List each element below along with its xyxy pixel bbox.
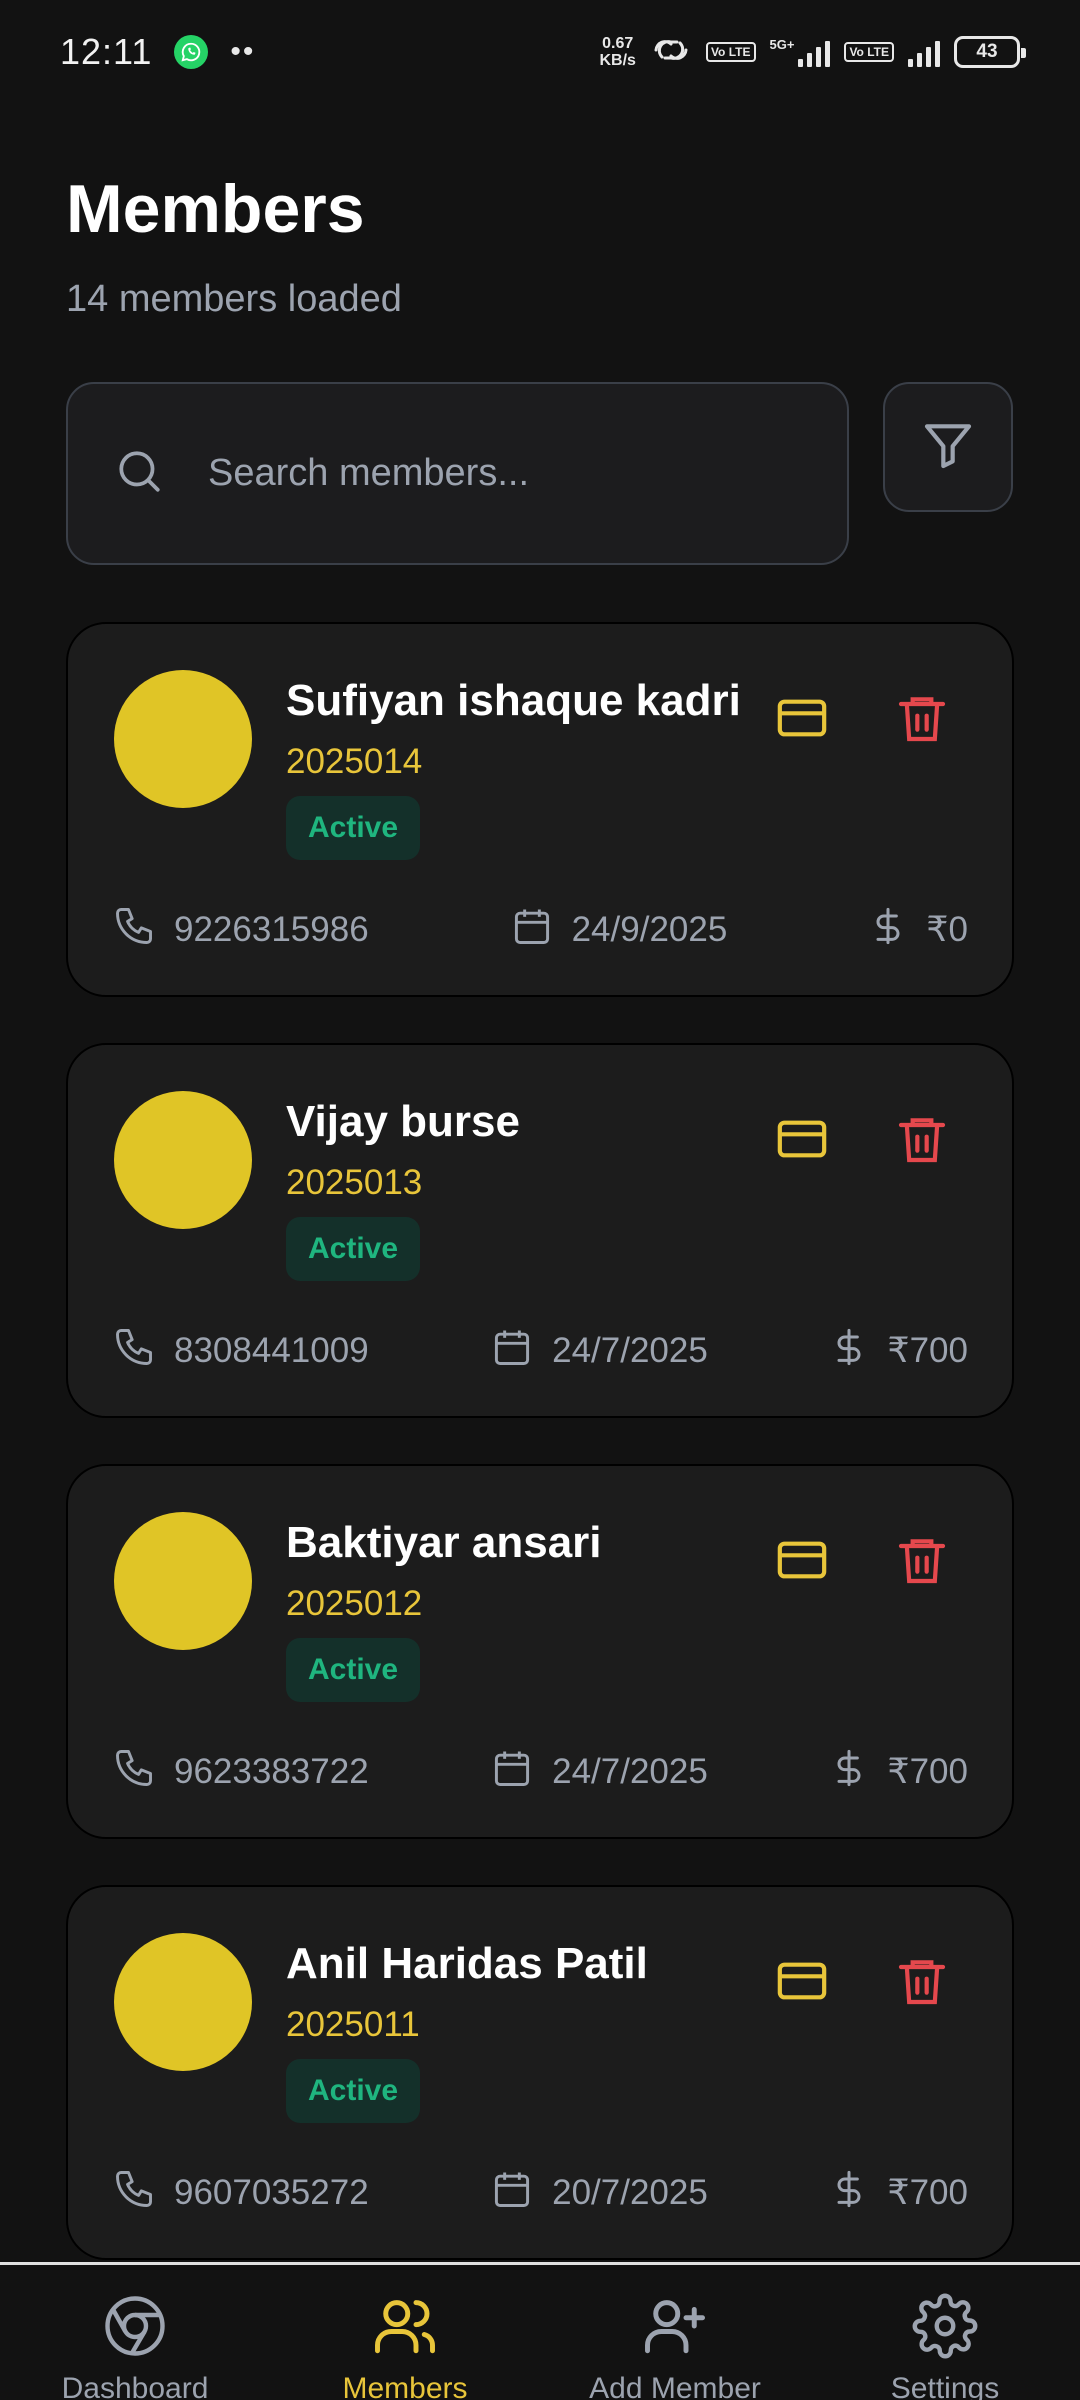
member-phone: 9607035272 bbox=[174, 2173, 369, 2212]
users-icon bbox=[372, 2293, 438, 2364]
dollar-icon bbox=[829, 1325, 869, 1378]
member-amount: ₹700 bbox=[887, 1331, 968, 1370]
member-info-row: 8308441009 24/7/2025 ₹700 bbox=[112, 1323, 968, 1379]
nav-item-dashboard[interactable]: Dashboard bbox=[0, 2265, 270, 2400]
member-phone: 8308441009 bbox=[174, 1331, 369, 1370]
nav-label: Members bbox=[342, 2372, 468, 2400]
dollar-icon bbox=[829, 2167, 869, 2220]
hotspot-icon bbox=[650, 35, 692, 70]
member-card[interactable]: Anil Haridas Patil 2025011 Active 960703… bbox=[66, 1885, 1014, 2260]
chrome-icon bbox=[102, 2293, 168, 2364]
delete-button[interactable] bbox=[888, 1949, 956, 2017]
member-name: Sufiyan ishaque kadri bbox=[286, 676, 741, 725]
member-info-row: 9623383722 24/7/2025 ₹700 bbox=[112, 1744, 968, 1800]
calendar-icon bbox=[490, 1746, 534, 1799]
member-info-row: 9226315986 24/9/2025 ₹0 bbox=[112, 902, 968, 958]
status-badge: Active bbox=[286, 1638, 421, 1702]
status-bar: 12:11 •• 0.67 KB/s Vo LTE 5G+ Vo LTE 43 bbox=[0, 0, 1080, 104]
bottom-nav: Dashboard Members Add Member Settings bbox=[0, 2262, 1080, 2400]
status-badge: Active bbox=[286, 2059, 421, 2123]
filter-icon bbox=[920, 417, 976, 478]
notification-dots: •• bbox=[230, 35, 256, 68]
status-badge: Active bbox=[286, 796, 421, 860]
avatar bbox=[114, 670, 252, 808]
member-phone: 9623383722 bbox=[174, 1752, 369, 1791]
signal-icon: 5G+ bbox=[770, 37, 831, 67]
phone-icon bbox=[112, 1746, 156, 1799]
member-card[interactable]: Vijay burse 2025013 Active 8308441009 24… bbox=[66, 1043, 1014, 1418]
credit-card-icon bbox=[774, 1953, 830, 2014]
search-input[interactable] bbox=[208, 452, 768, 495]
member-amount: ₹0 bbox=[926, 910, 968, 949]
avatar bbox=[114, 1512, 252, 1650]
status-time: 12:11 bbox=[60, 31, 153, 72]
member-card[interactable]: Sufiyan ishaque kadri 2025014 Active 922… bbox=[66, 622, 1014, 997]
gear-icon bbox=[912, 2293, 978, 2364]
trash-icon bbox=[894, 1953, 950, 2014]
payment-button[interactable] bbox=[768, 1107, 836, 1175]
network-speed: 0.67 KB/s bbox=[599, 35, 636, 69]
delete-button[interactable] bbox=[888, 1107, 956, 1175]
phone-icon bbox=[112, 1325, 156, 1378]
delete-button[interactable] bbox=[888, 686, 956, 754]
member-date: 24/7/2025 bbox=[552, 1752, 708, 1791]
user-plus-icon bbox=[642, 2293, 708, 2364]
avatar bbox=[114, 1933, 252, 2071]
trash-icon bbox=[894, 690, 950, 751]
payment-button[interactable] bbox=[768, 686, 836, 754]
member-date: 20/7/2025 bbox=[552, 2173, 708, 2212]
trash-icon bbox=[894, 1111, 950, 1172]
volte-badge: Vo LTE bbox=[705, 42, 756, 62]
nav-item-add-member[interactable]: Add Member bbox=[540, 2265, 810, 2400]
dollar-icon bbox=[868, 904, 908, 957]
battery-icon: 43 bbox=[954, 36, 1026, 68]
search-box[interactable] bbox=[66, 382, 849, 565]
nav-item-members[interactable]: Members bbox=[270, 2265, 540, 2400]
delete-button[interactable] bbox=[888, 1528, 956, 1596]
volte-badge-2: Vo LTE bbox=[844, 42, 894, 62]
phone-icon bbox=[112, 2167, 156, 2220]
calendar-icon bbox=[490, 1325, 534, 1378]
status-badge: Active bbox=[286, 1217, 421, 1281]
member-name: Baktiyar ansari bbox=[286, 1518, 602, 1567]
credit-card-icon bbox=[774, 1532, 830, 1593]
battery-level: 43 bbox=[976, 41, 998, 62]
member-info-row: 9607035272 20/7/2025 ₹700 bbox=[112, 2165, 968, 2221]
signal-icon-2 bbox=[908, 37, 940, 67]
calendar-icon bbox=[510, 904, 554, 957]
member-id: 2025011 bbox=[286, 2005, 420, 2044]
member-date: 24/9/2025 bbox=[571, 910, 728, 949]
member-phone: 9226315986 bbox=[174, 910, 369, 949]
avatar bbox=[114, 1091, 252, 1229]
credit-card-icon bbox=[774, 690, 830, 751]
member-amount: ₹700 bbox=[887, 2173, 968, 2212]
member-date: 24/7/2025 bbox=[552, 1331, 708, 1370]
trash-icon bbox=[894, 1532, 950, 1593]
member-list: Sufiyan ishaque kadri 2025014 Active 922… bbox=[66, 622, 1014, 2306]
member-id: 2025012 bbox=[286, 1584, 423, 1623]
calendar-icon bbox=[490, 2167, 534, 2220]
dollar-icon bbox=[829, 1746, 869, 1799]
member-card[interactable]: Baktiyar ansari 2025012 Active 962338372… bbox=[66, 1464, 1014, 1839]
search-icon bbox=[114, 446, 164, 501]
filter-button[interactable] bbox=[883, 382, 1013, 512]
whatsapp-icon bbox=[174, 35, 209, 69]
nav-item-settings[interactable]: Settings bbox=[810, 2265, 1080, 2400]
member-amount: ₹700 bbox=[887, 1752, 968, 1791]
page-title: Members bbox=[66, 171, 365, 247]
member-id: 2025013 bbox=[286, 1163, 423, 1202]
phone-icon bbox=[112, 904, 156, 957]
nav-label: Add Member bbox=[589, 2372, 761, 2400]
nav-label: Dashboard bbox=[61, 2372, 209, 2400]
member-name: Vijay burse bbox=[286, 1097, 520, 1146]
member-name: Anil Haridas Patil bbox=[286, 1939, 648, 1988]
nav-label: Settings bbox=[890, 2372, 1000, 2400]
payment-button[interactable] bbox=[768, 1528, 836, 1596]
member-count: 14 members loaded bbox=[66, 278, 402, 320]
payment-button[interactable] bbox=[768, 1949, 836, 2017]
member-id: 2025014 bbox=[286, 742, 423, 781]
credit-card-icon bbox=[774, 1111, 830, 1172]
